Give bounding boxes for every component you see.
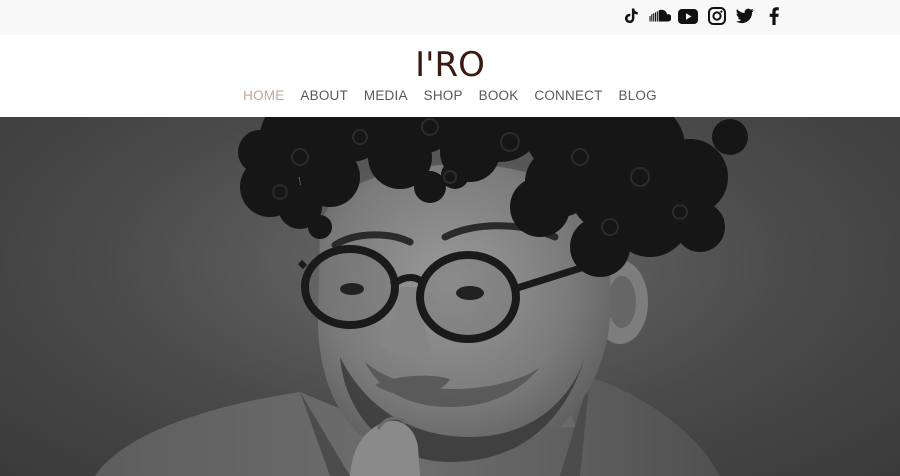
tiktok-icon[interactable] (620, 5, 642, 27)
main-nav: HOME ABOUT MEDIA SHOP BOOK CONNECT BLOG (0, 88, 900, 103)
site-header: I'RO HOME ABOUT MEDIA SHOP BOOK CONNECT … (0, 35, 900, 117)
soundcloud-icon[interactable] (648, 5, 671, 27)
nav-item-about[interactable]: ABOUT (300, 88, 348, 103)
nav-item-home[interactable]: HOME (243, 88, 284, 103)
hero-portrait (95, 117, 748, 476)
youtube-icon[interactable] (677, 5, 699, 27)
nav-item-book[interactable]: BOOK (479, 88, 519, 103)
nav-item-connect[interactable]: CONNECT (534, 88, 602, 103)
site-logo[interactable]: I'RO (0, 45, 900, 85)
twitter-icon[interactable] (734, 5, 756, 27)
facebook-icon[interactable] (763, 5, 785, 27)
top-bar (0, 0, 900, 35)
nav-item-blog[interactable]: BLOG (619, 88, 657, 103)
hero-image (0, 117, 900, 476)
instagram-icon[interactable] (706, 5, 728, 27)
nav-item-media[interactable]: MEDIA (364, 88, 408, 103)
social-links (620, 5, 791, 27)
nav-item-shop[interactable]: SHOP (424, 88, 463, 103)
